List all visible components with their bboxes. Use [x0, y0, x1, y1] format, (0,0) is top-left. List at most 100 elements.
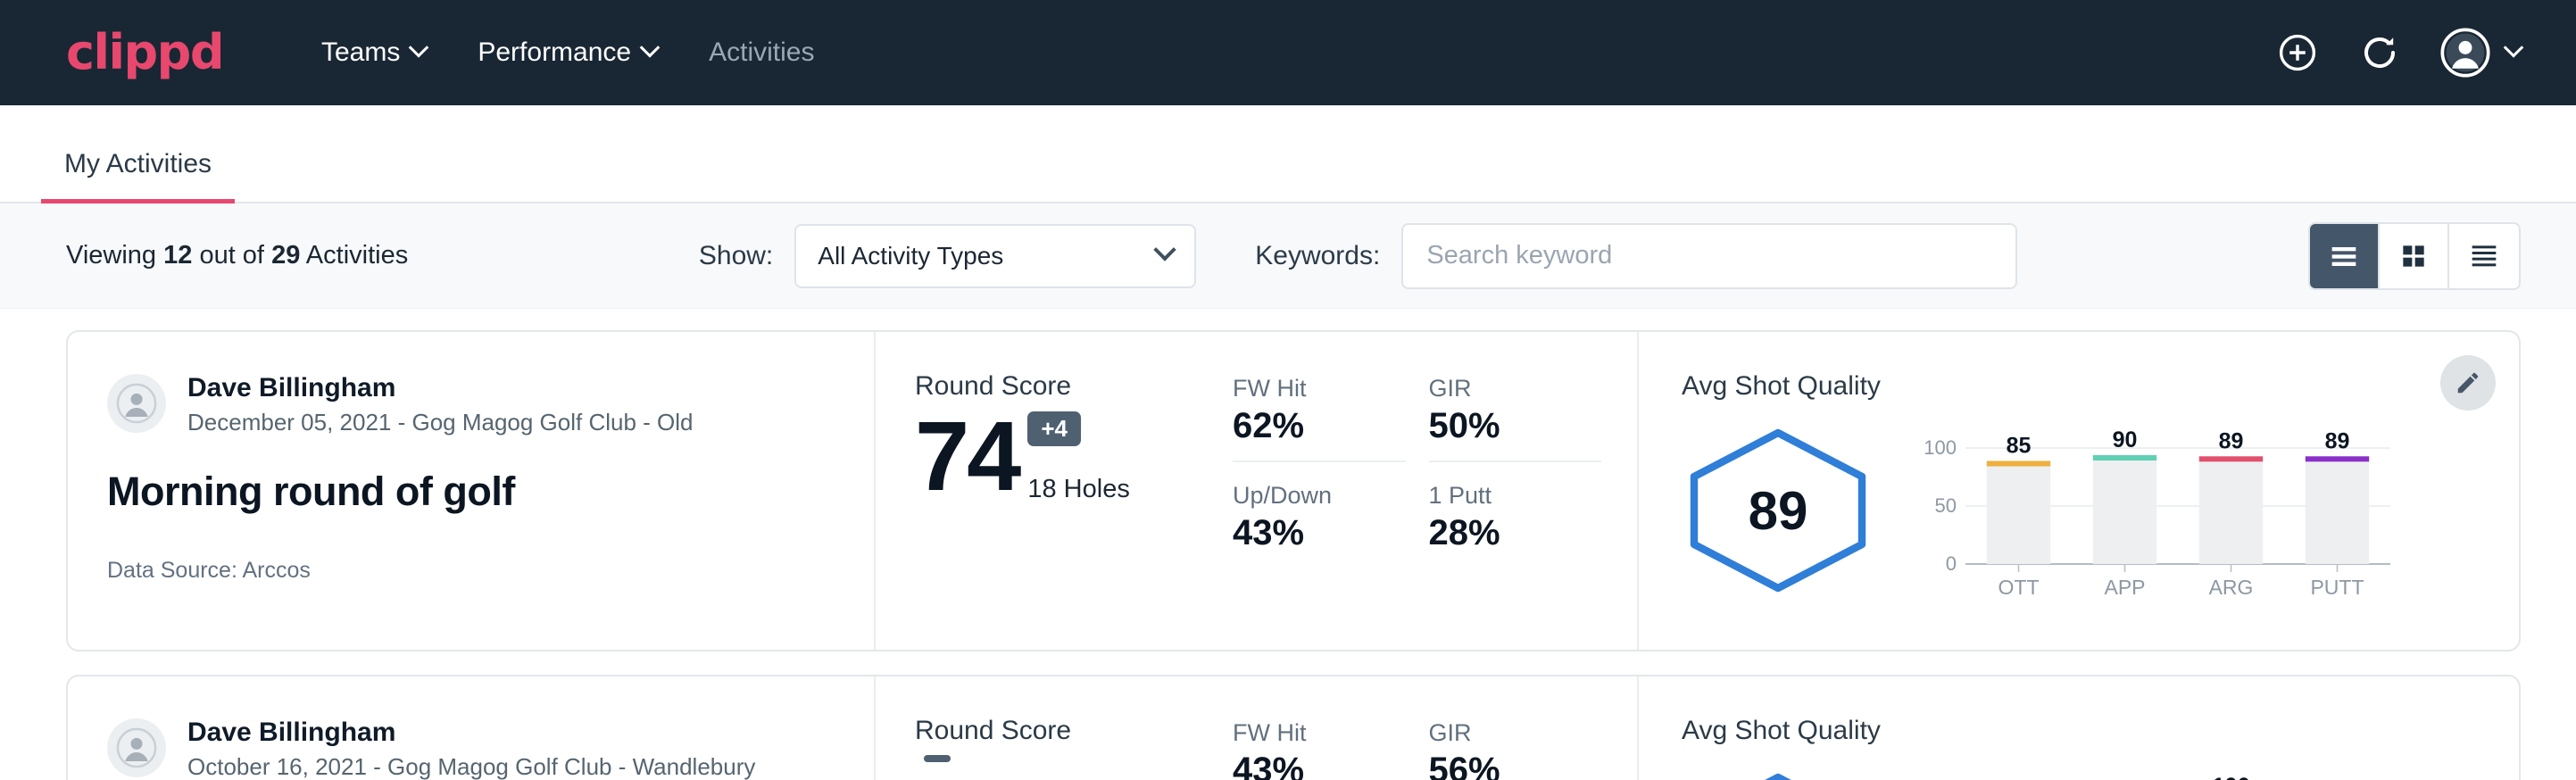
view-mode-toggle-group — [2308, 222, 2521, 290]
stat-label: FW Hit — [1233, 719, 1406, 747]
score-to-par-badge — [924, 755, 951, 762]
stat-value: 28% — [1429, 513, 1602, 553]
viewing-summary: Viewing 12 out of 29 Activities — [66, 241, 408, 270]
search-input[interactable] — [1401, 223, 2017, 289]
player-name: Dave Billingham — [187, 716, 755, 750]
shot-quality-bar-chart: 05010085OTT90APP89ARG89PUTT — [1915, 412, 2412, 610]
round-score-label: Round Score — [915, 371, 1233, 402]
svg-text:ARG: ARG — [2209, 576, 2254, 599]
svg-text:OTT: OTT — [1998, 576, 2040, 599]
player-name: Dave Billingham — [187, 371, 694, 405]
stat-fw-hit: FW Hit 43% — [1233, 719, 1406, 780]
round-score-value-row — [915, 755, 1233, 780]
grid-view-icon[interactable] — [2380, 224, 2449, 288]
svg-text:APP: APP — [2104, 576, 2145, 599]
activity-meta: December 05, 2021 - Gog Magog Golf Club … — [187, 409, 694, 436]
nav-item-teams[interactable]: Teams — [321, 37, 426, 68]
stat-value: 62% — [1233, 406, 1406, 446]
main-nav: Teams Performance Activities — [321, 37, 814, 68]
avg-shot-quality-value: 89 — [1682, 426, 1874, 595]
round-score-value-row: 74 +4 18 Holes — [915, 411, 1233, 504]
activity-card[interactable]: Dave Billingham October 16, 2021 - Gog M… — [66, 675, 2521, 780]
viewing-middle: out of — [199, 241, 264, 270]
round-stats-grid: FW Hit 43% GIR 56% — [1233, 676, 1639, 780]
chevron-down-icon — [640, 37, 661, 58]
avg-shot-quality-value — [1682, 770, 1874, 780]
filter-toolbar: Viewing 12 out of 29 Activities Show: Al… — [0, 203, 2576, 309]
shot-quality-column: Avg Shot Quality 89 05010085OTT90APP89AR… — [1639, 332, 2519, 650]
viewing-total: 29 — [271, 241, 300, 270]
stat-label: GIR — [1429, 719, 1602, 747]
svg-text:0: 0 — [1946, 552, 1957, 575]
avg-shot-quality-label: Avg Shot Quality — [1682, 716, 2412, 746]
stat-fw-hit: FW Hit 62% — [1233, 375, 1406, 462]
nav-label-activities: Activities — [709, 37, 814, 68]
compact-list-view-icon[interactable] — [2449, 224, 2519, 288]
activity-card-list: Dave Billingham December 05, 2021 - Gog … — [0, 309, 2576, 780]
edit-activity-button[interactable] — [2440, 355, 2496, 411]
svg-text:100: 100 — [1924, 436, 1957, 459]
activity-data-source: Data Source: Arccos — [107, 558, 831, 584]
viewing-count: 12 — [163, 241, 192, 270]
svg-text:85: 85 — [2007, 433, 2032, 458]
stat-value: 56% — [1429, 751, 1602, 780]
show-label: Show: — [699, 241, 773, 271]
chevron-down-icon — [1154, 238, 1176, 261]
round-score-label: Round Score — [915, 716, 1233, 746]
stat-gir: GIR 50% — [1429, 375, 1602, 462]
top-navigation-bar: clippd Teams Performance Activities — [0, 0, 2576, 105]
activity-author: Dave Billingham December 05, 2021 - Gog … — [107, 371, 831, 436]
activity-meta: October 16, 2021 - Gog Magog Golf Club -… — [187, 753, 755, 780]
chevron-down-icon — [2504, 37, 2524, 58]
round-score-value: 74 — [915, 411, 1018, 504]
avatar — [107, 718, 166, 777]
activity-type-value: All Activity Types — [818, 242, 1003, 270]
activity-card[interactable]: Dave Billingham December 05, 2021 - Gog … — [66, 330, 2521, 651]
activity-author: Dave Billingham October 16, 2021 - Gog M… — [107, 716, 831, 780]
holes-count: 18 Holes — [1027, 475, 1129, 504]
stat-value: 43% — [1233, 751, 1406, 780]
svg-text:PUTT: PUTT — [2310, 576, 2364, 599]
keywords-label: Keywords: — [1255, 241, 1380, 271]
list-view-icon[interactable] — [2310, 224, 2380, 288]
avatar — [107, 374, 166, 433]
account-menu[interactable] — [2440, 28, 2521, 78]
svg-text:89: 89 — [2325, 428, 2350, 453]
tab-my-activities[interactable]: My Activities — [41, 149, 235, 203]
shot-quality-bar-chart: 05010094OTT82APP106ARG87PUTT — [1915, 757, 2412, 780]
filter-controls: Show: All Activity Types Keywords: — [699, 223, 2017, 289]
shot-quality-column: Avg Shot Quality 05010094OTT82APP106ARG8… — [1639, 676, 2519, 780]
stat-label: 1 Putt — [1429, 482, 1602, 510]
round-stats-grid: FW Hit 62% GIR 50% Up/Down 43% 1 Putt 28… — [1233, 332, 1639, 650]
stat-value: 43% — [1233, 513, 1406, 553]
activity-type-select[interactable]: All Activity Types — [794, 224, 1196, 288]
top-nav-actions — [2276, 28, 2521, 78]
stat-gir: GIR 56% — [1429, 719, 1602, 780]
svg-text:106: 106 — [2213, 774, 2250, 780]
clippd-logo[interactable]: clippd — [66, 29, 223, 77]
nav-label-performance: Performance — [478, 37, 631, 68]
stat-label: GIR — [1429, 375, 1602, 402]
nav-item-activities[interactable]: Activities — [709, 37, 814, 68]
chevron-down-icon — [409, 37, 429, 58]
stat-up-down: Up/Down 43% — [1233, 482, 1406, 568]
add-circle-icon[interactable] — [2276, 31, 2319, 74]
avg-shot-quality-hexagon — [1682, 770, 1874, 780]
stat-one-putt: 1 Putt 28% — [1429, 482, 1602, 568]
round-score-column: Round Score 74 +4 18 Holes — [876, 332, 1233, 650]
stat-value: 50% — [1429, 406, 1602, 446]
stat-label: FW Hit — [1233, 375, 1406, 402]
activity-info-column: Dave Billingham October 16, 2021 - Gog M… — [68, 676, 876, 780]
tab-label: My Activities — [64, 149, 212, 178]
activity-info-column: Dave Billingham December 05, 2021 - Gog … — [68, 332, 876, 650]
svg-text:50: 50 — [1935, 494, 1957, 517]
svg-text:89: 89 — [2219, 428, 2244, 453]
stat-label: Up/Down — [1233, 482, 1406, 510]
refresh-icon[interactable] — [2358, 31, 2401, 74]
activity-title: Morning round of golf — [107, 469, 831, 515]
account-avatar-icon — [2440, 28, 2490, 78]
nav-item-performance[interactable]: Performance — [478, 37, 657, 68]
tab-bar: My Activities — [0, 105, 2576, 203]
viewing-prefix: Viewing — [66, 241, 156, 270]
round-score-column: Round Score — [876, 676, 1233, 780]
